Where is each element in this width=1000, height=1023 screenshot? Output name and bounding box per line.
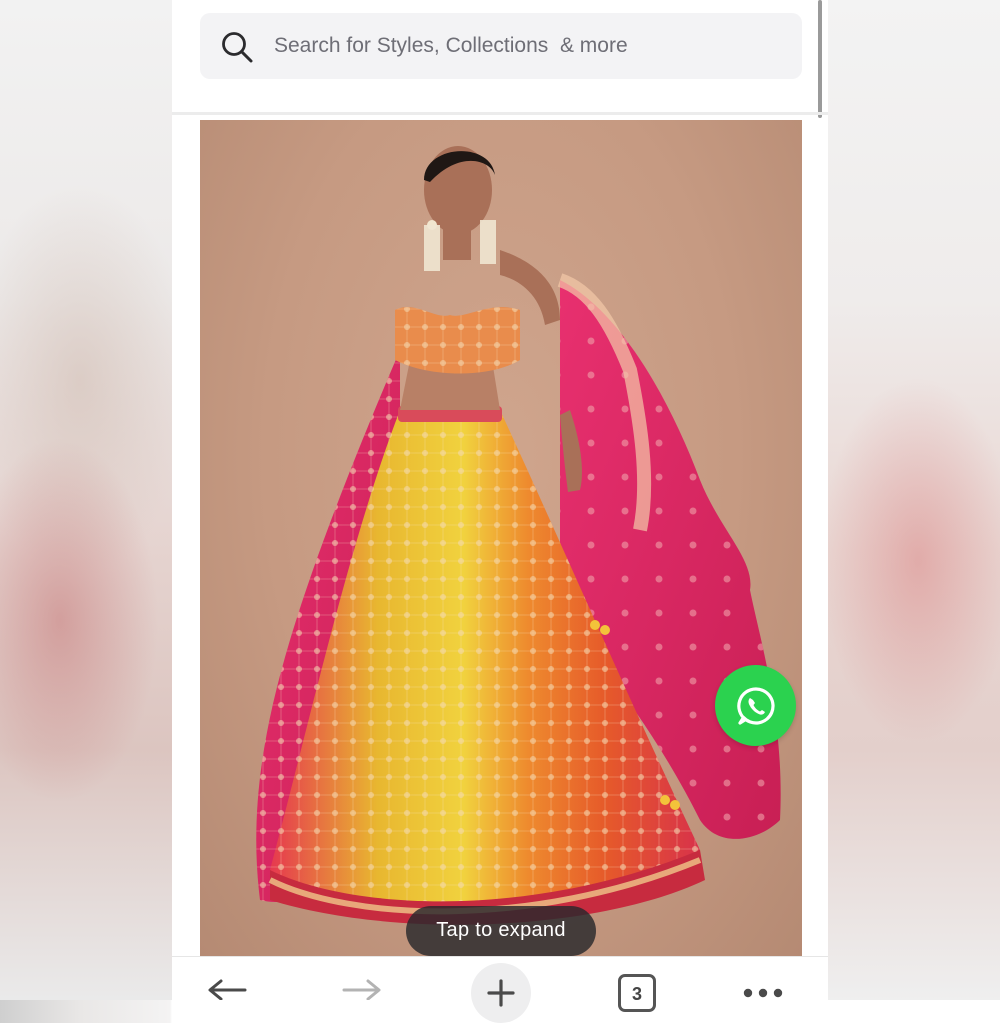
whatsapp-icon — [736, 686, 775, 725]
lehenga-illustration — [256, 146, 781, 925]
header-divider — [172, 112, 828, 115]
plus-icon — [487, 979, 515, 1007]
new-tab-button[interactable] — [471, 963, 531, 1023]
search-icon — [222, 32, 253, 63]
backdrop-left — [0, 0, 172, 1000]
more-dots-icon[interactable] — [742, 986, 784, 1000]
whatsapp-chat-button[interactable] — [715, 665, 796, 746]
tab-switcher-button[interactable]: 3 — [618, 974, 656, 1012]
search-placeholder: Search for Styles, Collections & more — [274, 34, 628, 57]
product-image[interactable] — [200, 120, 802, 956]
search-input[interactable]: Search for Styles, Collections & more — [200, 13, 802, 79]
tap-to-expand-hint[interactable]: Tap to expand — [406, 906, 596, 956]
arrow-left-icon[interactable] — [205, 978, 247, 1000]
scrollbar[interactable] — [818, 0, 822, 118]
arrow-right-icon[interactable] — [342, 978, 384, 1000]
backdrop-right — [828, 0, 1000, 1000]
